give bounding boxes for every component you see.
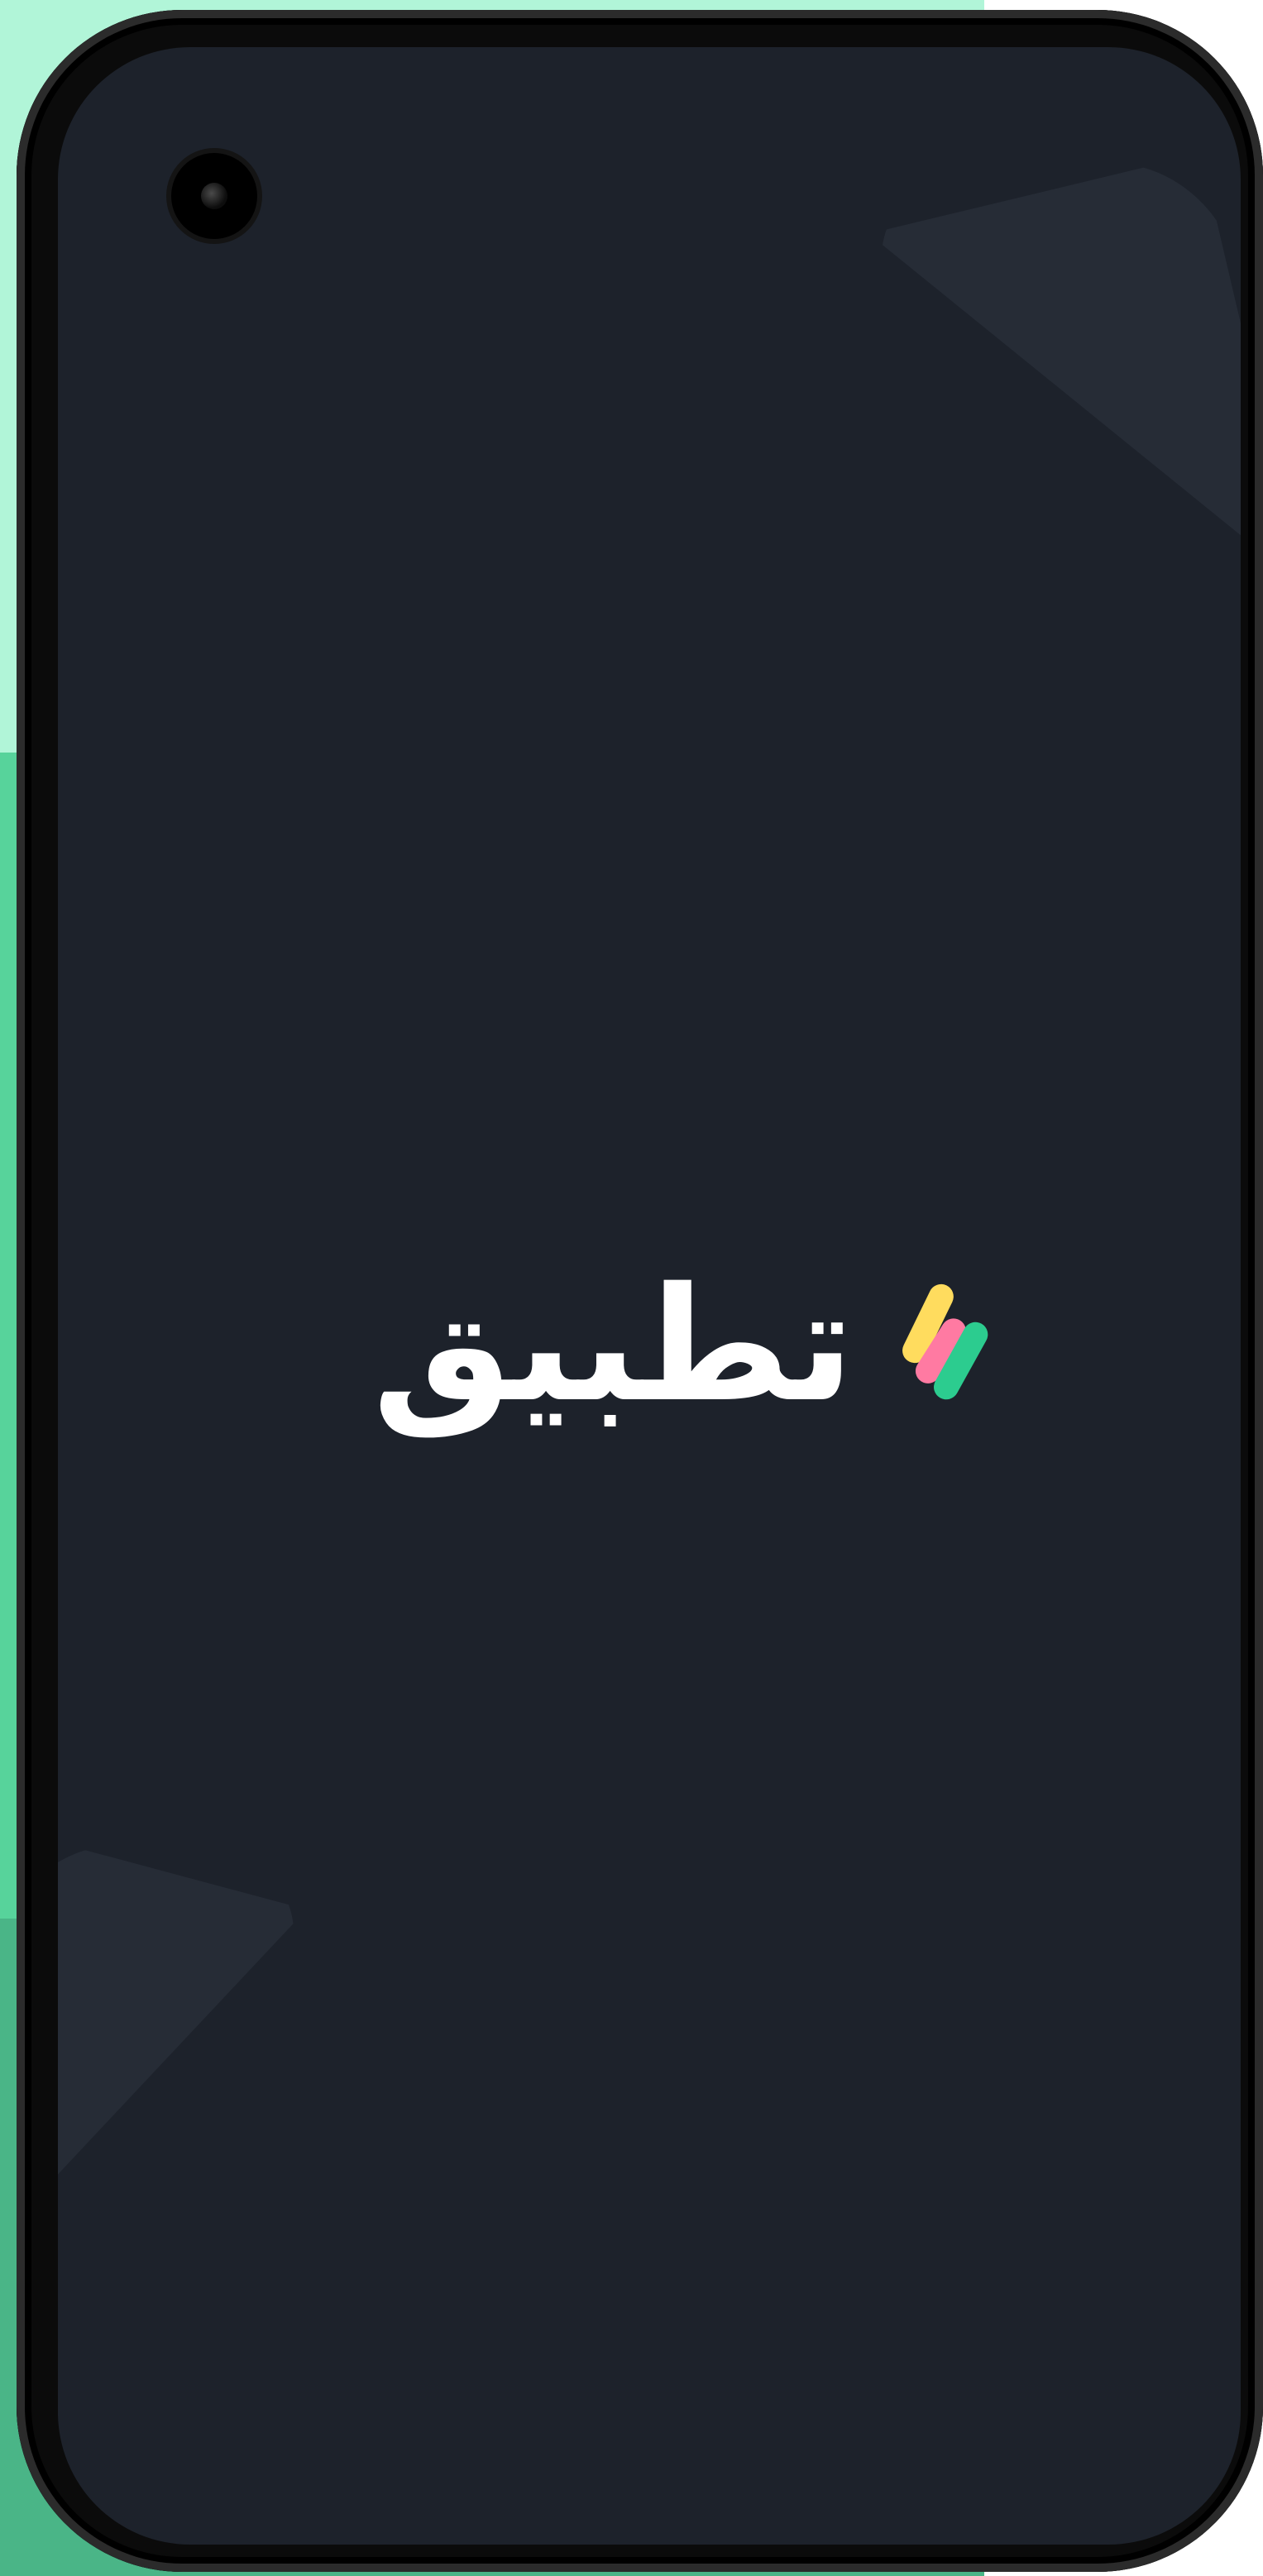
logo-text: تطبيق [372, 1254, 856, 1436]
phone-frame: تطبيق [17, 10, 1263, 2572]
logo-mark-icon [902, 1283, 988, 1400]
camera-lens [201, 183, 227, 209]
splash-screen: تطبيق [58, 47, 1241, 2545]
decorative-shape-top [855, 154, 1241, 619]
decorative-shape-bottom [58, 1836, 320, 2295]
front-camera-icon [171, 153, 257, 239]
app-logo: تطبيق [372, 1238, 1001, 1453]
